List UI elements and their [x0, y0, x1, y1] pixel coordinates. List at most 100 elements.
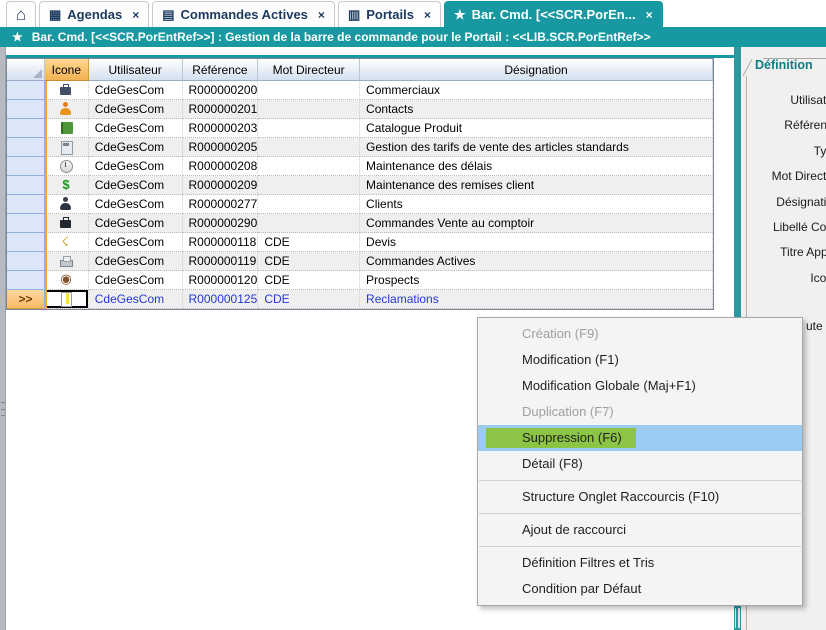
- row-selector[interactable]: [7, 157, 45, 176]
- tab-portails[interactable]: Portails×: [338, 1, 441, 27]
- cell-utilisateur: CdeGesCom: [89, 214, 183, 233]
- field-label: Utilisate: [772, 88, 826, 113]
- menu-item-modification-globale-maj-f1[interactable]: Modification Globale (Maj+F1): [478, 373, 802, 399]
- cell-icone: [45, 138, 89, 157]
- menu-separator: [479, 480, 801, 481]
- splitter-grip-icon: [1, 402, 5, 416]
- row-selector[interactable]: >>: [7, 290, 45, 309]
- tab-label: Bar. Cmd. [<<SCR.PorEn...: [472, 7, 636, 22]
- tab-bar: Agendas×Commandes Actives×Portails×Bar. …: [0, 0, 826, 27]
- cell-mot-directeur: [258, 214, 360, 233]
- close-icon[interactable]: ×: [318, 8, 325, 22]
- row-selector[interactable]: [7, 233, 45, 252]
- select-all-header[interactable]: [7, 59, 45, 81]
- cell-mot-directeur: [258, 100, 360, 119]
- cell-utilisateur: CdeGesCom: [89, 100, 183, 119]
- table-row[interactable]: CdeGesComR000000208Maintenance des délai…: [7, 157, 713, 176]
- table-scroll-area: [714, 58, 734, 310]
- tab-bar-cmd[interactable]: Bar. Cmd. [<<SCR.PorEn... ×: [444, 1, 663, 27]
- cell-icone: [45, 271, 89, 290]
- table-row[interactable]: >>CdeGesComR000000125CDEReclamations: [7, 290, 713, 309]
- table-row[interactable]: CdeGesComR000000277Clients: [7, 195, 713, 214]
- table-row[interactable]: CdeGesComR000000209Maintenance des remis…: [7, 176, 713, 195]
- tab-agendas[interactable]: Agendas×: [39, 1, 149, 27]
- cell-utilisateur: CdeGesCom: [89, 138, 183, 157]
- cell-utilisateur: CdeGesCom: [89, 157, 183, 176]
- tab-commandes-actives[interactable]: Commandes Actives ×: [152, 1, 335, 27]
- close-icon[interactable]: ×: [646, 8, 653, 22]
- column-header-mot-directeur[interactable]: Mot Directeur: [258, 59, 360, 81]
- command-bar-table: IconeUtilisateurRéférenceMot DirecteurDé…: [6, 58, 714, 310]
- cell-mot-directeur: CDE: [258, 290, 360, 309]
- briefcase-icon: [59, 83, 73, 97]
- table-row[interactable]: CdeGesComR000000120CDEProspects: [7, 271, 713, 290]
- cell-mot-directeur: CDE: [258, 233, 360, 252]
- clock-icon: [59, 159, 73, 173]
- cell-mot-directeur: [258, 81, 360, 100]
- panel-field-labels: UtilisateRéférencTypMot DirecteDésignati…: [772, 88, 826, 291]
- pane-splitter-grip-icon: [735, 608, 740, 628]
- cell-reference: R000000277: [183, 195, 259, 214]
- menu-item-modification-f1[interactable]: Modification (F1): [478, 347, 802, 373]
- cell-utilisateur: CdeGesCom: [89, 233, 183, 252]
- column-header-icone[interactable]: Icone: [45, 59, 89, 81]
- field-label: Typ: [772, 139, 826, 164]
- cell-utilisateur: CdeGesCom: [89, 81, 183, 100]
- menu-item-suppression-f6[interactable]: Suppression (F6): [478, 425, 802, 451]
- field-label: Icon: [772, 266, 826, 291]
- close-icon[interactable]: ×: [132, 8, 139, 22]
- table-body: CdeGesComR000000200CommerciauxCdeGesComR…: [7, 81, 713, 309]
- menu-item-création-f9[interactable]: Création (F9): [478, 321, 802, 347]
- cell-designation: Maintenance des remises client: [360, 176, 713, 195]
- cell-reference: R000000205: [183, 138, 259, 157]
- menu-item-définition-filtres-et-tris[interactable]: Définition Filtres et Tris: [478, 550, 802, 576]
- table-row[interactable]: CdeGesComR000000201Contacts: [7, 100, 713, 119]
- row-selector[interactable]: [7, 119, 45, 138]
- field-label: Référenc: [772, 113, 826, 138]
- table-row[interactable]: CdeGesComR000000290Commandes Vente au co…: [7, 214, 713, 233]
- row-selector[interactable]: [7, 271, 45, 290]
- row-selector[interactable]: [7, 100, 45, 119]
- cell-mot-directeur: [258, 157, 360, 176]
- table-row[interactable]: CdeGesComR000000200Commerciaux: [7, 81, 713, 100]
- row-selector[interactable]: [7, 195, 45, 214]
- row-selector[interactable]: [7, 214, 45, 233]
- tab-label: Commandes Actives: [181, 7, 308, 22]
- menu-item-condition-par-défaut[interactable]: Condition par Défaut: [478, 576, 802, 602]
- menu-item-ajout-de-raccourci[interactable]: Ajout de raccourci: [478, 517, 802, 543]
- printer-icon: [59, 254, 73, 268]
- column-header-utilisateur[interactable]: Utilisateur: [89, 59, 183, 81]
- table-row[interactable]: CdeGesComR000000205Gestion des tarifs de…: [7, 138, 713, 157]
- column-header-référence[interactable]: Référence: [183, 59, 259, 81]
- table-row[interactable]: CdeGesComR000000118CDEDevis: [7, 233, 713, 252]
- cell-designation: Catalogue Produit: [360, 119, 713, 138]
- row-selector[interactable]: [7, 252, 45, 271]
- tab-definition[interactable]: Définition: [755, 58, 813, 72]
- cell-icone: [45, 119, 89, 138]
- cell-designation: Maintenance des délais: [360, 157, 713, 176]
- cell-designation: Commandes Actives: [360, 252, 713, 271]
- menu-item-détail-f8[interactable]: Détail (F8): [478, 451, 802, 477]
- cell-reference: R000000201: [183, 100, 259, 119]
- cell-utilisateur: CdeGesCom: [89, 119, 183, 138]
- menu-item-duplication-f7[interactable]: Duplication (F7): [478, 399, 802, 425]
- row-selector[interactable]: [7, 176, 45, 195]
- cell-designation: Prospects: [360, 271, 713, 290]
- field-label: Mot Directe: [772, 164, 826, 189]
- table-row[interactable]: CdeGesComR000000119CDECommandes Actives: [7, 252, 713, 271]
- menu-item-label: Suppression (F6): [486, 428, 636, 448]
- cell-mot-directeur: [258, 195, 360, 214]
- column-header-désignation[interactable]: Désignation: [360, 59, 713, 81]
- row-selector[interactable]: [7, 138, 45, 157]
- menu-item-structure-onglet-raccourcis-f10[interactable]: Structure Onglet Raccourcis (F10): [478, 484, 802, 510]
- star-icon: [454, 8, 466, 21]
- cell-utilisateur: CdeGesCom: [89, 271, 183, 290]
- calendar-icon: [49, 8, 61, 21]
- tab-home[interactable]: [6, 1, 36, 27]
- row-selector[interactable]: [7, 81, 45, 100]
- cell-utilisateur: CdeGesCom: [89, 290, 183, 309]
- cell-icone: [45, 81, 89, 100]
- cell-reference: R000000290: [183, 214, 259, 233]
- table-row[interactable]: CdeGesComR000000203Catalogue Produit: [7, 119, 713, 138]
- close-icon[interactable]: ×: [424, 8, 431, 22]
